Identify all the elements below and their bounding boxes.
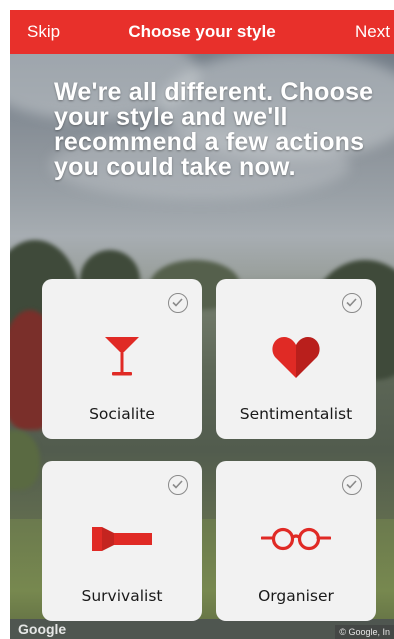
- google-logo: Google: [18, 621, 67, 637]
- page-title: Choose your style: [128, 22, 276, 41]
- card-label: Survivalist: [81, 587, 163, 605]
- checkmark-circle-icon[interactable]: [168, 475, 188, 495]
- copyright-notice[interactable]: © Google, In: [335, 625, 394, 639]
- heart-icon: [216, 327, 376, 387]
- checkmark-circle-icon[interactable]: [342, 293, 362, 313]
- app-screen: Skip Choose your style Next We're all di…: [10, 10, 394, 639]
- flashlight-icon: [42, 509, 202, 569]
- card-label: Organiser: [258, 587, 334, 605]
- cocktail-glass-icon: [42, 327, 202, 387]
- style-card-socialite[interactable]: Socialite: [42, 279, 202, 439]
- glasses-icon: [216, 509, 376, 569]
- next-button[interactable]: Next: [355, 22, 390, 42]
- style-card-sentimentalist[interactable]: Sentimentalist: [216, 279, 376, 439]
- card-label: Socialite: [89, 405, 155, 423]
- style-card-survivalist[interactable]: Survivalist: [42, 461, 202, 621]
- checkmark-circle-icon[interactable]: [168, 293, 188, 313]
- header-bar: Skip Choose your style Next: [10, 10, 394, 54]
- style-card-organiser[interactable]: Organiser: [216, 461, 376, 621]
- intro-headline: We're all different. Choose your style a…: [54, 78, 374, 181]
- checkmark-circle-icon[interactable]: [342, 475, 362, 495]
- card-label: Sentimentalist: [239, 405, 353, 423]
